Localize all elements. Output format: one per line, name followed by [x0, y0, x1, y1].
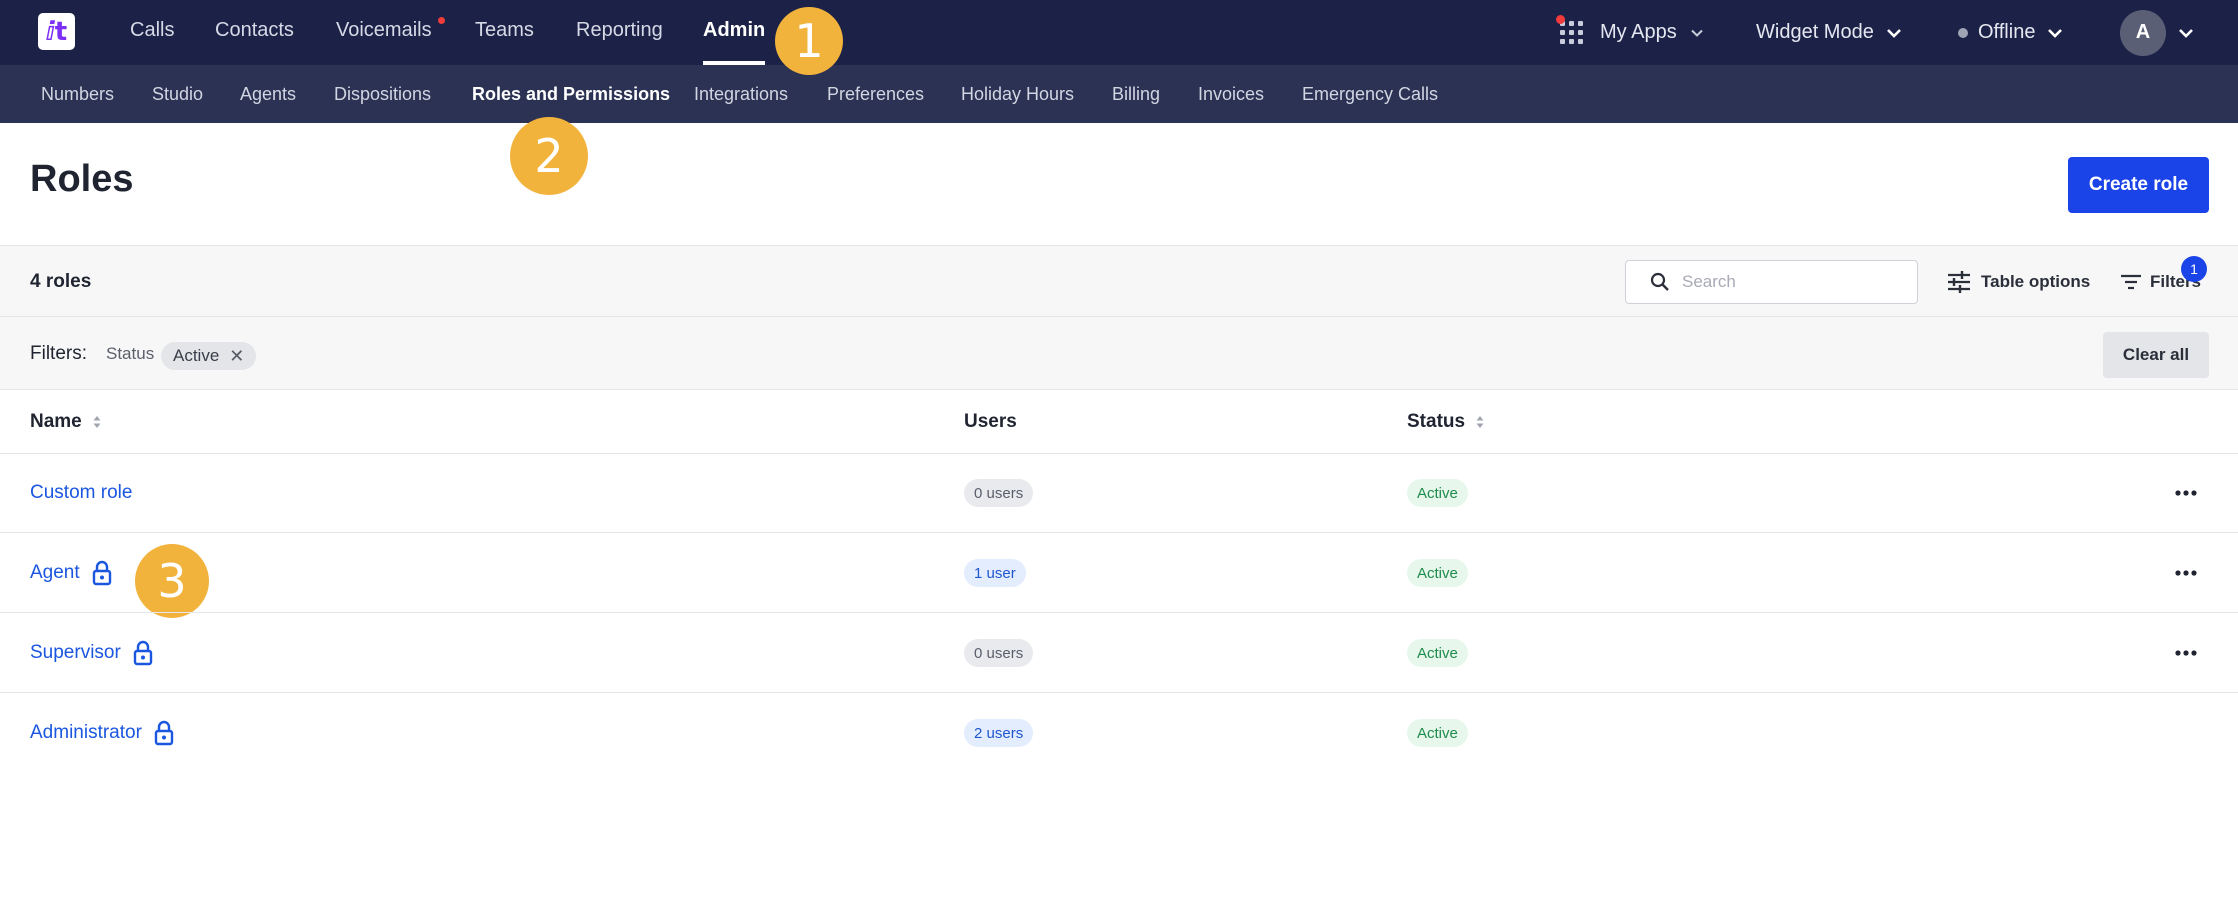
- subnav-item-holiday-hours[interactable]: Holiday Hours: [961, 65, 1074, 123]
- create-role-button[interactable]: Create role: [2068, 157, 2209, 213]
- step-marker-2: 2: [510, 117, 588, 195]
- sort-icon: [93, 416, 101, 428]
- filter-chip-active: Active ✕: [161, 342, 257, 370]
- role-link-supervisor[interactable]: Supervisor: [30, 642, 121, 664]
- logo-icon: ⅈt: [45, 16, 68, 47]
- widget-mode-menu[interactable]: Widget Mode: [1756, 0, 1902, 65]
- search-box[interactable]: [1625, 260, 1918, 304]
- step-marker-1: 1: [775, 7, 843, 75]
- agent-status-menu[interactable]: Offline: [1958, 0, 2063, 65]
- nav-item-voicemails[interactable]: Voicemails: [336, 0, 432, 65]
- row-actions-button[interactable]: [2172, 480, 2200, 506]
- users-count-badge: 2 users: [964, 719, 1034, 747]
- lock-icon: [154, 720, 174, 746]
- filter-key-status: Status: [106, 344, 155, 363]
- ellipsis-icon: [2175, 650, 2197, 656]
- lock-icon: [92, 560, 111, 586]
- chevron-down-icon: [2048, 28, 2063, 38]
- close-icon[interactable]: ✕: [229, 346, 244, 367]
- status-badge: Active: [1407, 639, 1468, 667]
- ellipsis-icon: [2175, 570, 2197, 576]
- filter-icon: [2121, 274, 2141, 290]
- table-row: Custom role 0 users Active: [0, 453, 2238, 533]
- filter-chip-label: Active: [173, 346, 220, 365]
- nav-item-teams[interactable]: Teams: [475, 0, 534, 65]
- subnav-item-agents[interactable]: Agents: [240, 65, 296, 123]
- filters-count-badge: 1: [2181, 256, 2207, 282]
- role-link-custom-role[interactable]: Custom role: [30, 482, 132, 504]
- chevron-down-icon: [2179, 28, 2193, 38]
- nav-item-calls[interactable]: Calls: [130, 0, 174, 65]
- column-header-name-label: Name: [30, 411, 82, 432]
- top-nav-bar: ⅈt Calls Contacts Voicemails Teams Repor…: [0, 0, 2238, 65]
- column-header-users-label: Users: [964, 411, 1017, 432]
- app-logo[interactable]: ⅈt: [38, 13, 75, 50]
- column-header-status-label: Status: [1407, 411, 1466, 432]
- row-actions-button[interactable]: [2172, 560, 2200, 586]
- role-name-cell: Agent: [30, 533, 112, 613]
- role-name-cell: Custom role: [30, 453, 132, 533]
- status-label: Offline: [1978, 21, 2036, 43]
- table-row: Supervisor 0 users Active: [0, 613, 2238, 693]
- active-filters-bar: Filters: Status Active ✕ Clear all: [0, 317, 2238, 390]
- my-apps-label: My Apps: [1600, 21, 1677, 43]
- users-count-badge: 1 user: [964, 559, 1026, 587]
- subnav-item-roles-and-permissions[interactable]: Roles and Permissions: [472, 65, 670, 123]
- search-icon: [1650, 272, 1669, 291]
- admin-sub-nav: Numbers Studio Agents Dispositions Roles…: [0, 65, 2238, 123]
- table-toolbar: 4 roles Table options Filters 1: [0, 245, 2238, 317]
- role-count: 4 roles: [30, 271, 92, 292]
- subnav-item-dispositions[interactable]: Dispositions: [334, 65, 431, 123]
- grid-icon: [1556, 14, 1584, 45]
- role-name-cell: Administrator: [30, 693, 174, 773]
- voicemails-notification-dot: [438, 17, 445, 24]
- column-header-status[interactable]: Status: [1407, 390, 1485, 454]
- ellipsis-icon: [2175, 490, 2197, 496]
- subnav-item-billing[interactable]: Billing: [1112, 65, 1160, 123]
- users-count-badge: 0 users: [964, 479, 1034, 507]
- nav-item-admin[interactable]: Admin: [703, 0, 766, 65]
- column-header-users: Users: [964, 390, 1017, 454]
- subnav-item-studio[interactable]: Studio: [152, 65, 203, 123]
- status-badge: Active: [1407, 559, 1468, 587]
- users-count-badge: 0 users: [964, 639, 1034, 667]
- subnav-item-integrations[interactable]: Integrations: [694, 65, 788, 123]
- status-badge: Active: [1407, 479, 1468, 507]
- lock-icon: [133, 640, 153, 666]
- subnav-item-emergency-calls[interactable]: Emergency Calls: [1302, 65, 1438, 123]
- page-title: Roles: [30, 158, 134, 200]
- table-options-label: Table options: [1981, 272, 2091, 291]
- table-row: Agent 1 user Active: [0, 533, 2238, 613]
- search-input[interactable]: [1682, 272, 1902, 292]
- subnav-item-invoices[interactable]: Invoices: [1198, 65, 1264, 123]
- role-link-administrator[interactable]: Administrator: [30, 722, 142, 744]
- nav-item-reporting[interactable]: Reporting: [576, 0, 663, 65]
- status-badge: Active: [1407, 719, 1468, 747]
- subnav-item-numbers[interactable]: Numbers: [41, 65, 114, 123]
- filters-label: Filters:: [30, 343, 87, 364]
- clear-all-button[interactable]: Clear all: [2103, 332, 2209, 378]
- sort-icon: [1476, 416, 1484, 428]
- avatar: A: [2120, 9, 2166, 56]
- widget-mode-label: Widget Mode: [1756, 21, 1874, 43]
- table-row: Administrator 2 users Active: [0, 693, 2238, 773]
- status-dot: [1958, 27, 1968, 38]
- table-options-button[interactable]: Table options: [1947, 246, 2090, 318]
- my-apps-menu[interactable]: My Apps: [1556, 0, 1705, 65]
- apps-notification-dot: [1556, 14, 1565, 24]
- user-menu[interactable]: A: [2120, 0, 2194, 65]
- row-actions-button[interactable]: [2172, 640, 2200, 666]
- subnav-item-preferences[interactable]: Preferences: [827, 65, 924, 123]
- role-name-cell: Supervisor: [30, 613, 153, 693]
- role-link-agent[interactable]: Agent: [30, 562, 80, 584]
- chevron-down-icon: [1690, 29, 1703, 37]
- column-header-name[interactable]: Name: [30, 390, 102, 454]
- nav-item-contacts[interactable]: Contacts: [215, 0, 294, 65]
- table-header: Name Users Status: [0, 390, 2238, 454]
- chevron-down-icon: [1886, 28, 1901, 38]
- sliders-icon: [1948, 271, 1970, 293]
